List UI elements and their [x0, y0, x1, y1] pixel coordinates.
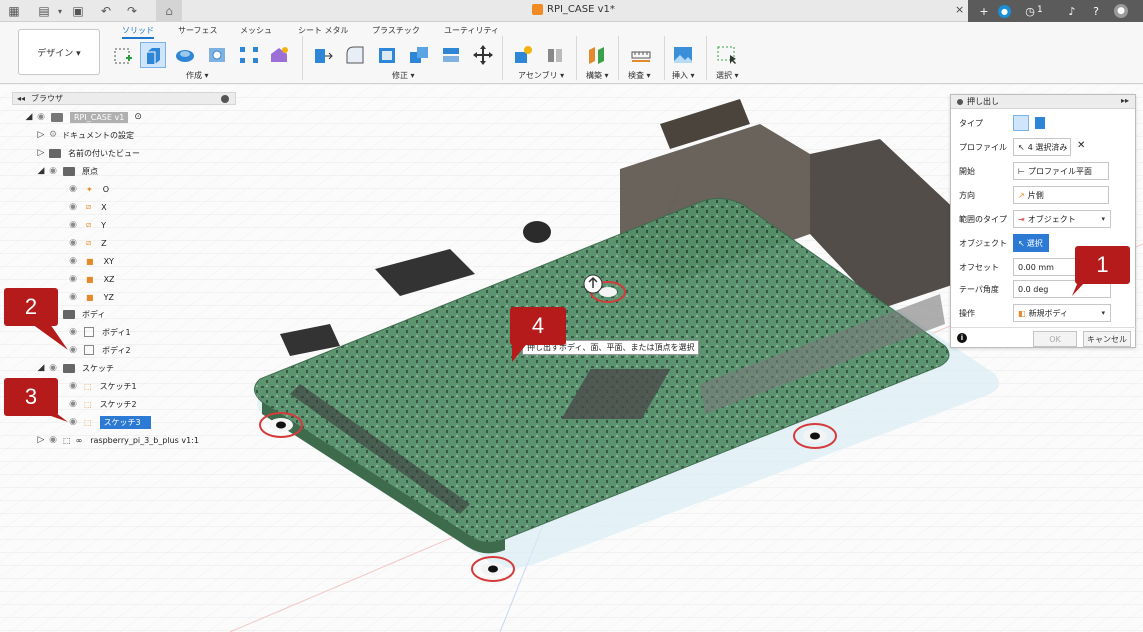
callout-1: 1: [1075, 246, 1130, 284]
callout-3: 3: [4, 378, 58, 416]
callout-2: 2: [4, 288, 58, 326]
callout-4: 4: [510, 307, 566, 345]
callout-pointers: [32, 282, 1085, 422]
